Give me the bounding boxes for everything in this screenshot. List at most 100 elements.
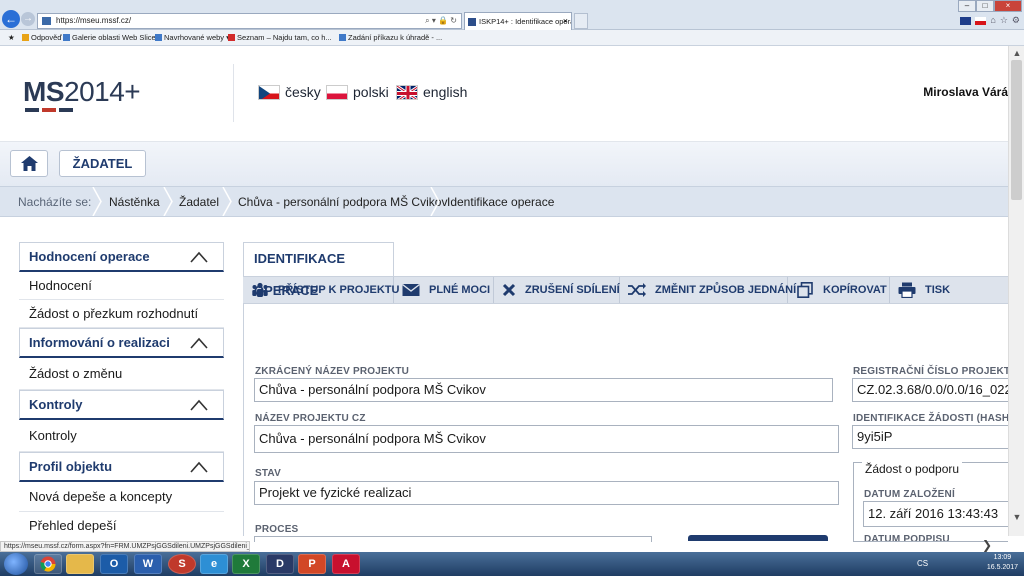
state-field[interactable]: Projekt ve fyzické realizaci <box>254 481 839 505</box>
hash-label: IDENTIFIKACE ŽÁDOSTI (HASH) <box>853 413 1013 424</box>
lang-english[interactable]: english <box>396 84 467 100</box>
address-tools-icon[interactable]: ⌕ ▾ 🔒 ↻ <box>425 14 457 28</box>
powerpoint-app-icon[interactable]: P <box>298 554 326 574</box>
cz-flag-icon <box>258 84 280 100</box>
copy-icon <box>796 282 814 298</box>
vertical-scrollbar[interactable]: ▲ ▼ <box>1008 46 1024 536</box>
short-name-label: ZKRÁCENÝ NÁZEV PROJEKTU <box>255 366 410 377</box>
lang-polish[interactable]: polski <box>326 84 389 100</box>
word-app-icon[interactable]: W <box>134 554 162 574</box>
sidebar: Hodnocení operace Hodnocení Žádost o pře… <box>19 242 224 540</box>
change-acting-method-button[interactable]: ZMĚNIT ZPŮSOB JEDNÁNÍ <box>620 277 796 303</box>
sidebar-item-prehled-depesi[interactable]: Přehled depeší <box>19 512 224 540</box>
acrobat-app-icon[interactable]: A <box>332 554 360 574</box>
sidebar-item-zadost-o-zmenu[interactable]: Žádost o změnu <box>19 358 224 390</box>
favorites-bar: ★ Odpověď Galerie oblasti Web Slice ▾ Na… <box>0 30 1024 46</box>
envelope-icon <box>402 282 420 298</box>
start-button[interactable] <box>4 553 28 575</box>
back-button[interactable]: ← <box>2 10 20 28</box>
chevron-up-icon[interactable] <box>189 250 209 264</box>
gb-flag-icon <box>396 84 418 100</box>
tab-identifikace-operace[interactable]: IDENTIFIKACE OPERACE <box>243 242 394 298</box>
close-window-icon[interactable]: × <box>994 0 1022 12</box>
chevron-up-icon[interactable] <box>189 336 209 350</box>
app-d-icon[interactable]: D <box>266 554 294 574</box>
submitted-date-label: DATUM PODPISU <box>864 535 950 541</box>
state-label: STAV <box>255 468 281 479</box>
top-navigation: ŽADATEL <box>0 142 1008 186</box>
short-name-field[interactable]: Chůva - personální podpora MŠ Cvikov <box>254 378 833 402</box>
scroll-right-icon[interactable]: ❯ <box>982 538 992 552</box>
settings-gear-icon[interactable]: ⚙ <box>1012 15 1020 26</box>
chrome-app-icon[interactable] <box>34 554 62 574</box>
sidebar-section-hodnoceni-operace[interactable]: Hodnocení operace <box>19 242 224 272</box>
home-icon <box>20 156 38 171</box>
outlook-app-icon[interactable]: O <box>100 554 128 574</box>
sidebar-section-kontroly[interactable]: Kontroly <box>19 390 224 420</box>
power-of-attorney-button[interactable]: PLNÉ MOCI <box>394 277 494 303</box>
action-toolbar: PŘÍSTUP K PROJEKTU PLNÉ MOCI ZRUŠENÍ SDÍ… <box>243 276 1008 304</box>
sidebar-section-informovani[interactable]: Informování o realizaci <box>19 328 224 358</box>
hash-field[interactable]: 9yi5iP <box>852 425 1008 449</box>
favorites-star-icon[interactable]: ★ <box>8 30 15 45</box>
fav-item-1[interactable]: Galerie oblasti Web Slice ▾ <box>63 30 162 45</box>
sidebar-item-hodnoceni[interactable]: Hodnocení <box>19 272 224 300</box>
breadcrumb-item-nastenka[interactable]: Nástěnka <box>109 187 160 217</box>
zadatel-button[interactable]: ŽADATEL <box>59 150 146 177</box>
created-date-label: DATUM ZALOŽENÍ <box>864 489 955 500</box>
name-cz-field[interactable]: Chůva - personální podpora MŠ Cvikov <box>254 425 839 453</box>
lang-czech[interactable]: česky <box>258 84 321 100</box>
maximize-icon[interactable]: □ <box>976 0 994 12</box>
cancel-sharing-button[interactable]: ZRUŠENÍ SDÍLENÍ <box>494 277 620 303</box>
copy-button[interactable]: KOPÍROVAT <box>788 277 890 303</box>
created-date-field[interactable]: 12. září 2016 13:43:43 <box>863 501 1008 527</box>
registration-number-field[interactable]: CZ.02.3.68/0.0/0.0/16_022/0 <box>852 378 1008 402</box>
logo-bar <box>25 108 39 112</box>
input-language[interactable]: CS <box>917 559 928 568</box>
gb-flag-icon[interactable] <box>960 17 972 25</box>
cz-flag-icon[interactable] <box>975 17 987 25</box>
scroll-up-icon[interactable]: ▲ <box>1009 46 1024 60</box>
fav-item-0[interactable]: Odpověď <box>22 30 62 45</box>
ie-app-icon[interactable]: e <box>200 554 228 574</box>
fav-item-4[interactable]: Zadání příkazu k úhradě - ... <box>339 30 442 45</box>
system-clock[interactable]: 13:09 16.5.2017 <box>987 553 1018 573</box>
site-favicon-icon <box>42 17 51 25</box>
breadcrumb-item-zadatel[interactable]: Žadatel <box>179 187 219 217</box>
explorer-app-icon[interactable] <box>66 554 94 574</box>
forward-button[interactable]: → <box>21 12 35 26</box>
minimize-icon[interactable]: – <box>958 0 976 12</box>
user-name[interactable]: Miroslava Várá <box>923 85 1008 99</box>
ms2014-logo[interactable]: MS2014+ <box>23 76 141 108</box>
fav-icon <box>228 34 235 41</box>
browser-right-icons: ⌂ ☆ ⚙ <box>960 15 1020 26</box>
status-bar-url: https://mseu.mssf.cz/form.aspx?fn=FRM.UM… <box>0 541 250 552</box>
sidebar-section-profil-objektu[interactable]: Profil objektu <box>19 452 224 482</box>
home-button[interactable] <box>10 150 48 177</box>
home-browser-icon[interactable]: ⌂ <box>990 15 995 26</box>
chevron-up-icon[interactable] <box>189 460 209 474</box>
print-button[interactable]: TISK <box>890 277 1008 303</box>
process-action-button[interactable] <box>688 535 828 541</box>
chevron-up-icon[interactable] <box>189 398 209 412</box>
address-bar[interactable]: https://mseu.mssf.cz/ ⌕ ▾ 🔒 ↻ <box>37 13 462 29</box>
support-request-legend: Žádost o podporu <box>862 462 963 476</box>
browser-tab[interactable]: ISKP14+ : Identifikace opera... × <box>464 12 572 30</box>
seznam-app-icon[interactable]: S <box>168 554 196 574</box>
breadcrumb-item-project[interactable]: Chůva - personální podpora MŠ Cvikov <box>238 187 447 217</box>
sidebar-item-nova-depese[interactable]: Nová depeše a koncepty <box>19 482 224 512</box>
excel-app-icon[interactable]: X <box>232 554 260 574</box>
fav-item-3[interactable]: Seznam – Najdu tam, co h... <box>228 30 332 45</box>
sidebar-item-zadost-o-prezkum[interactable]: Žádost o přezkum rozhodnutí <box>19 300 224 328</box>
fav-item-2[interactable]: Navrhované weby ▾ <box>155 30 230 45</box>
scroll-thumb[interactable] <box>1011 60 1022 200</box>
new-tab-button[interactable] <box>574 13 588 29</box>
scroll-down-icon[interactable]: ▼ <box>1009 510 1024 524</box>
tab-favicon-icon <box>468 18 476 26</box>
process-field[interactable] <box>254 536 652 542</box>
sidebar-item-kontroly[interactable]: Kontroly <box>19 420 224 452</box>
tab-close-icon[interactable]: × <box>563 13 568 30</box>
breadcrumb-separator-icon <box>222 187 232 216</box>
tab-title: ISKP14+ : Identifikace opera... <box>479 17 572 26</box>
favorites-star-icon[interactable]: ☆ <box>1000 15 1008 26</box>
